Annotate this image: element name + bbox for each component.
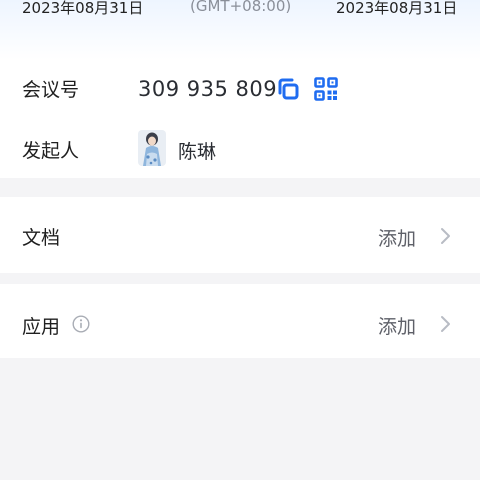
- apps-add-button[interactable]: 添加: [378, 312, 416, 339]
- meeting-info-card: 2023年08月31日 (GMT+08:00) 2023年08月31日 会议号 …: [0, 0, 480, 178]
- documents-row[interactable]: 文档 添加: [0, 197, 480, 273]
- meeting-time-strip: 2023年08月31日 (GMT+08:00) 2023年08月31日: [0, 0, 480, 19]
- host-name: 陈琳: [178, 141, 217, 163]
- end-date: 2023年08月31日: [336, 0, 458, 17]
- apps-row[interactable]: 应用 添加: [0, 284, 480, 358]
- meeting-id-value: 309 935 809: [138, 77, 278, 101]
- qr-code-icon[interactable]: [314, 77, 338, 101]
- host-label: 发起人: [22, 140, 80, 162]
- host-avatar[interactable]: [138, 130, 166, 166]
- chevron-right-icon: [438, 226, 452, 246]
- copy-icon[interactable]: [276, 77, 300, 101]
- info-icon[interactable]: [72, 315, 90, 333]
- meeting-id-label: 会议号: [22, 79, 80, 101]
- documents-title: 文档: [22, 227, 61, 249]
- documents-add-button[interactable]: 添加: [378, 224, 416, 251]
- chevron-right-icon: [438, 314, 452, 334]
- start-date: 2023年08月31日: [22, 0, 144, 17]
- meeting-details-screen: 2023年08月31日 (GMT+08:00) 2023年08月31日 会议号 …: [0, 0, 480, 480]
- apps-title: 应用: [22, 316, 61, 338]
- timezone-label: (GMT+08:00): [190, 0, 292, 15]
